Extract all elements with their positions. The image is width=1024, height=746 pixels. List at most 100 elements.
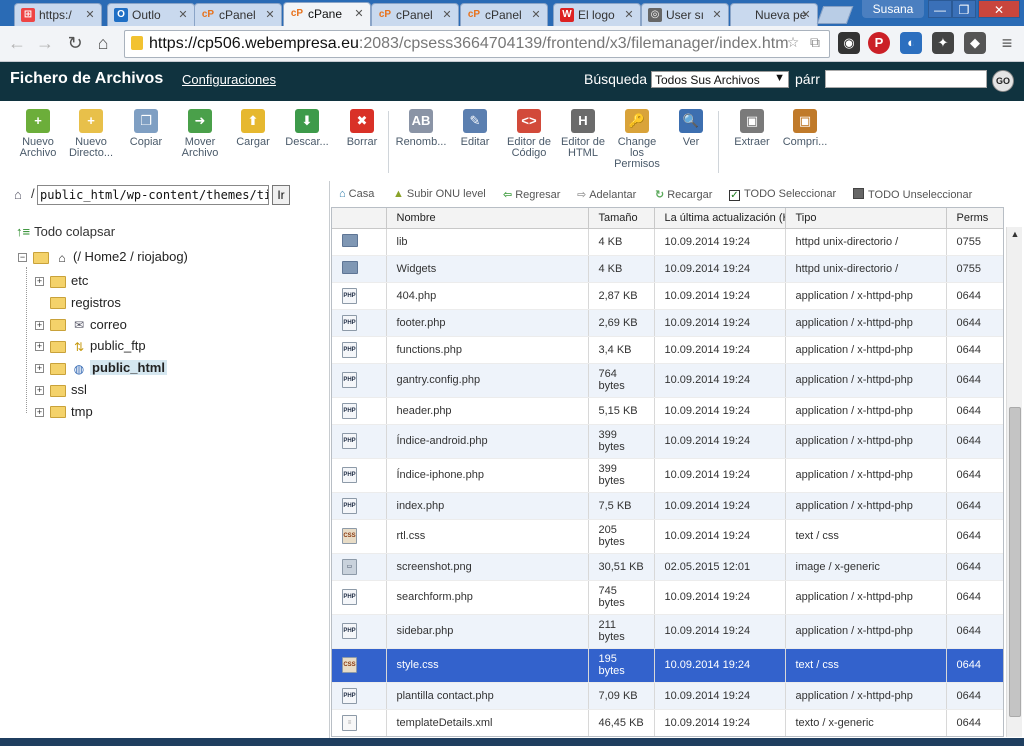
reload-icon[interactable]: ↻ [64,32,86,54]
tree-item-ssl[interactable]: + ssl [35,382,87,400]
close-tab-icon[interactable]: ✕ [530,8,542,21]
permissions-button[interactable]: 🔑 Change los Permisos [610,109,664,170]
tree-item-public-ftp[interactable]: + ⇅ public_ftp [35,338,146,356]
extension-owl-icon[interactable]: ◉ [838,32,860,54]
close-tab-icon[interactable]: ✕ [264,8,276,21]
download-button[interactable]: ⬇ Descar... [280,109,334,148]
close-tab-icon[interactable]: ✕ [800,8,812,21]
page-action-icon[interactable]: ⧉ [806,33,824,51]
search-input[interactable] [825,70,987,88]
table-row[interactable]: PHP plantilla contact.php 7,09 KB 10.09.201… [332,682,1003,710]
maximize-icon[interactable]: ❐ [952,0,976,18]
table-row[interactable]: ≡ templateDetails.xml 46,45 KB 10.09.2014 1… [332,709,1003,736]
expand-tree-icon[interactable]: + [35,407,44,417]
menu-icon[interactable]: ≡ [996,32,1018,54]
table-row[interactable]: PHP gantry.config.php 764 bytes 10.09.2014 1… [332,363,1003,398]
compress-button[interactable]: ▣ Compri... [778,109,832,148]
browser-tab[interactable]: cP cPane ✕ [283,2,371,26]
close-tab-icon[interactable]: ✕ [711,8,723,21]
expand-tree-icon[interactable]: + [35,342,44,352]
move-button[interactable]: ➜ Mover Archivo [173,109,227,159]
up-level-link[interactable]: ▲ Subir ONU level [393,188,486,200]
select-all-link[interactable]: ✓ TODO Seleccionar [729,188,836,201]
back-arrow-icon[interactable]: ← [6,32,28,54]
tree-item-etc[interactable]: + etc [35,273,88,291]
forward-arrow-icon[interactable]: → [34,32,56,54]
rename-button[interactable]: AB Renomb... [394,109,448,148]
settings-link[interactable]: Configuraciones [182,72,276,87]
browser-tab[interactable]: cP cPanel ✕ [194,3,282,26]
bookmark-star-icon[interactable]: ☆ [784,33,802,51]
home-icon[interactable]: ⌂ [92,32,114,54]
table-row[interactable]: PHP footer.php 2,69 KB 10.09.2014 19:24 appl… [332,309,1003,337]
extension-person-icon[interactable]: ◐ [900,32,922,54]
new-folder-button[interactable]: + Nuevo Directo... [64,109,118,159]
tree-item-correo[interactable]: + ✉ correo [35,317,127,335]
browser-tab[interactable]: W El logo ✕ [553,3,641,26]
table-row[interactable]: PHP searchform.php 745 bytes 10.09.2014 19:2… [332,580,1003,615]
collapse-all-link[interactable]: ↑≡ Todo colapsar [16,224,115,239]
path-go-button[interactable]: Ir [272,185,290,205]
scrollbar-thumb[interactable] [1009,407,1021,717]
search-go-button[interactable]: GO [992,70,1014,92]
expand-tree-icon[interactable]: + [35,320,44,330]
extension-tool-icon[interactable]: ✦ [932,32,954,54]
delete-button[interactable]: ✖ Borrar [335,109,389,148]
vertical-scrollbar[interactable]: ▲ [1006,227,1022,737]
browser-tab[interactable]: cP cPanel ✕ [371,3,459,26]
profile-user-badge[interactable]: Susana [862,0,924,18]
reload-link[interactable]: ↻ Recargar [655,188,712,201]
table-row[interactable]: PHP sidebar.php 211 bytes 10.09.2014 19:24 ap… [332,614,1003,649]
col-type-header[interactable]: Tipo [785,208,947,229]
browser-tab[interactable]: ⊞ https:/ ✕ [14,3,102,26]
html-editor-button[interactable]: H Editor de HTML [556,109,610,159]
close-tab-icon[interactable]: ✕ [441,8,453,21]
upload-button[interactable]: ⬆ Cargar [226,109,280,148]
new-file-button[interactable]: + Nuevo Archivo [11,109,65,159]
code-editor-button[interactable]: <> Editor de Código [502,109,556,159]
extract-button[interactable]: ▣ Extraer [725,109,779,148]
collapse-tree-icon[interactable]: − [18,253,27,263]
browser-tab[interactable]: O Outlo ✕ [107,3,195,26]
close-tab-icon[interactable]: ✕ [353,7,365,20]
extension-evernote-icon[interactable]: ◆ [964,32,986,54]
new-tab-button[interactable] [816,6,854,24]
close-tab-icon[interactable]: ✕ [177,8,189,21]
minimize-icon[interactable]: — [928,0,952,18]
table-row[interactable]: PHP Índice-android.php 399 bytes 10.09.2014 … [332,424,1003,459]
browser-tab[interactable]: cP cPanel ✕ [460,3,548,26]
browser-tab[interactable]: Nueva pe ✕ [730,3,818,26]
view-button[interactable]: 🔍 Ver [664,109,718,148]
close-tab-icon[interactable]: ✕ [623,8,635,21]
edit-button[interactable]: ✎ Editar [448,109,502,148]
col-name-header[interactable]: Nombre [386,208,589,229]
table-row[interactable]: PHP header.php 5,15 KB 10.09.2014 19:24 appl… [332,397,1003,425]
table-row[interactable]: lib 4 KB 10.09.2014 19:24 httpd unix-direct… [332,228,1003,256]
home-path-icon[interactable]: ⌂ [14,187,32,202]
home-link[interactable]: ⌂ Casa [339,188,374,200]
expand-tree-icon[interactable]: + [35,364,44,374]
expand-tree-icon[interactable]: + [35,386,44,396]
table-row[interactable]: CSS style.css 195 bytes 10.09.2014 19:24 text… [332,648,1003,683]
browser-tab[interactable]: ◎ User sı ✕ [641,3,729,26]
col-size-header[interactable]: Tamaño [588,208,655,229]
expand-tree-icon[interactable]: + [35,277,44,287]
col-date-header[interactable]: La última actualización (H [654,208,786,229]
pinterest-icon[interactable]: P [868,32,890,54]
close-window-icon[interactable]: ✕ [978,0,1020,18]
table-row[interactable]: PHP functions.php 3,4 KB 10.09.2014 19:24 ap… [332,336,1003,364]
table-row[interactable]: CSS rtl.css 205 bytes 10.09.2014 19:24 text /… [332,519,1003,554]
table-row[interactable]: Widgets 4 KB 10.09.2014 19:24 httpd unix-di… [332,255,1003,283]
close-tab-icon[interactable]: ✕ [84,8,96,21]
table-row[interactable]: PHP Índice-iphone.php 399 bytes 10.09.2014 1… [332,458,1003,493]
search-scope-select[interactable]: Todos Sus Archivos ▼ [651,71,789,88]
tree-item-registros[interactable]: registros [35,295,121,313]
tree-root[interactable]: − ⌂ (/ Home2 / riojabog) [18,249,188,267]
col-perms-header[interactable]: Perms [946,208,1003,229]
scroll-up-arrow-icon[interactable]: ▲ [1007,227,1023,241]
table-row[interactable]: ▭ screenshot.png 30,51 KB 02.05.2015 12:01 i… [332,553,1003,581]
tree-item-tmp[interactable]: + tmp [35,404,93,422]
path-input[interactable]: public_html/wp-content/themes/titania_ [37,185,269,205]
table-row[interactable]: PHP index.php 7,5 KB 10.09.2014 19:24 applic… [332,492,1003,520]
unselect-all-link[interactable]: TODO Unseleccionar [853,188,972,201]
